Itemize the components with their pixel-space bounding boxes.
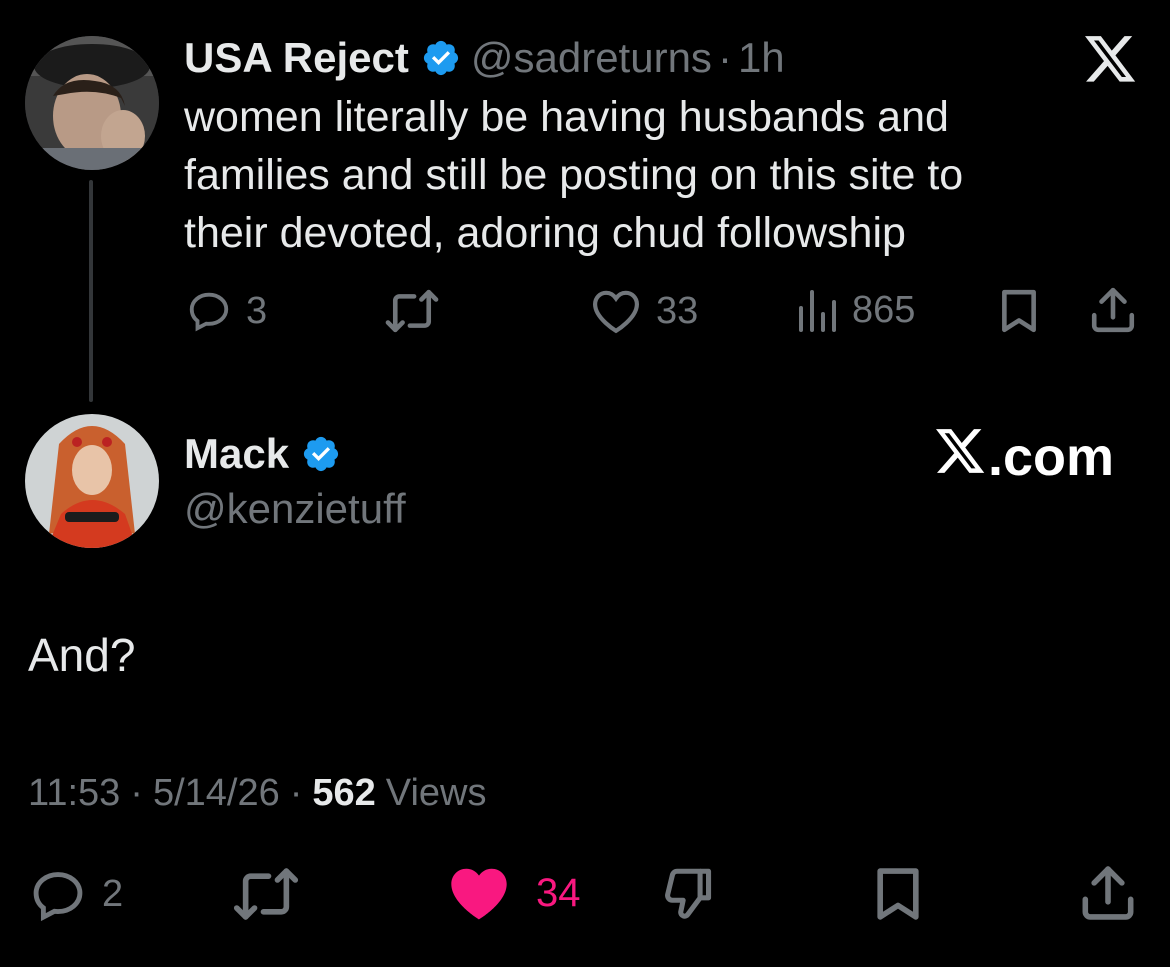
parent-retweet-button[interactable] [384, 288, 440, 334]
reply-handle[interactable]: @kenzietuff [184, 484, 406, 534]
parent-tweet-text: women literally be having husbands and f… [184, 88, 1144, 262]
retweet-icon [384, 288, 440, 334]
reply-count: 3 [246, 289, 268, 332]
tweet-date[interactable]: 5/14/26 [153, 768, 280, 818]
watermark-text: .com [988, 427, 1115, 487]
views-count: 865 [852, 288, 916, 331]
share-icon[interactable] [1090, 286, 1136, 339]
reply-tweet-text: And? [28, 629, 136, 681]
reply-avatar[interactable] [25, 414, 159, 548]
heart-filled-icon [446, 864, 512, 922]
parent-handle[interactable]: @sadreturns [471, 34, 712, 82]
x-logo-icon [936, 426, 986, 488]
reply-icon [28, 866, 88, 922]
reply-retweet-button[interactable] [232, 866, 300, 922]
reply-icon [186, 288, 232, 334]
parent-display-name[interactable]: USA Reject [184, 34, 409, 82]
thread-connector-line [89, 180, 93, 402]
separator-dot: · [289, 772, 303, 814]
parent-tweet-header: USA Reject @sadreturns · 1h [184, 33, 785, 83]
separator-dot: · [717, 34, 732, 81]
heart-outline-icon [590, 288, 642, 334]
bookmark-icon[interactable] [998, 288, 1040, 339]
reply-author: Mack [184, 428, 341, 480]
views-count: 562 [312, 772, 376, 814]
parent-like-button[interactable]: 33 [590, 288, 698, 334]
x-dot-com-watermark: .com [936, 426, 1114, 488]
parent-text-line: families and still be posting on this si… [184, 151, 964, 199]
retweet-icon [232, 866, 300, 922]
like-count: 33 [656, 289, 699, 332]
tweet-meta: 11:53 · 5/14/26 · 562 Views [28, 768, 486, 818]
dislike-icon[interactable] [658, 864, 718, 927]
parent-text-line: women literally be having husbands and [184, 93, 949, 141]
separator-dot: · [130, 772, 143, 814]
parent-reply-button[interactable]: 3 [186, 288, 267, 334]
share-icon[interactable] [1080, 864, 1136, 927]
verified-badge-icon [421, 38, 461, 78]
views-chart-icon [796, 288, 838, 332]
reply-display-name[interactable]: Mack [184, 430, 289, 478]
like-count: 34 [536, 870, 581, 915]
parent-text-line: their devoted, adoring chud followship [184, 209, 906, 257]
tweet-time[interactable]: 11:53 [28, 768, 120, 818]
views-label: Views [385, 772, 487, 814]
bookmark-icon[interactable] [872, 866, 924, 927]
reply-count: 2 [102, 872, 124, 915]
reply-reply-button[interactable]: 2 [28, 866, 123, 922]
x-logo-icon [1085, 36, 1137, 89]
parent-avatar[interactable] [25, 36, 159, 170]
parent-time[interactable]: 1h [738, 34, 785, 82]
parent-views-button[interactable]: 865 [796, 288, 915, 332]
reply-like-button[interactable]: 34 [446, 864, 581, 922]
verified-badge-icon [301, 434, 341, 474]
